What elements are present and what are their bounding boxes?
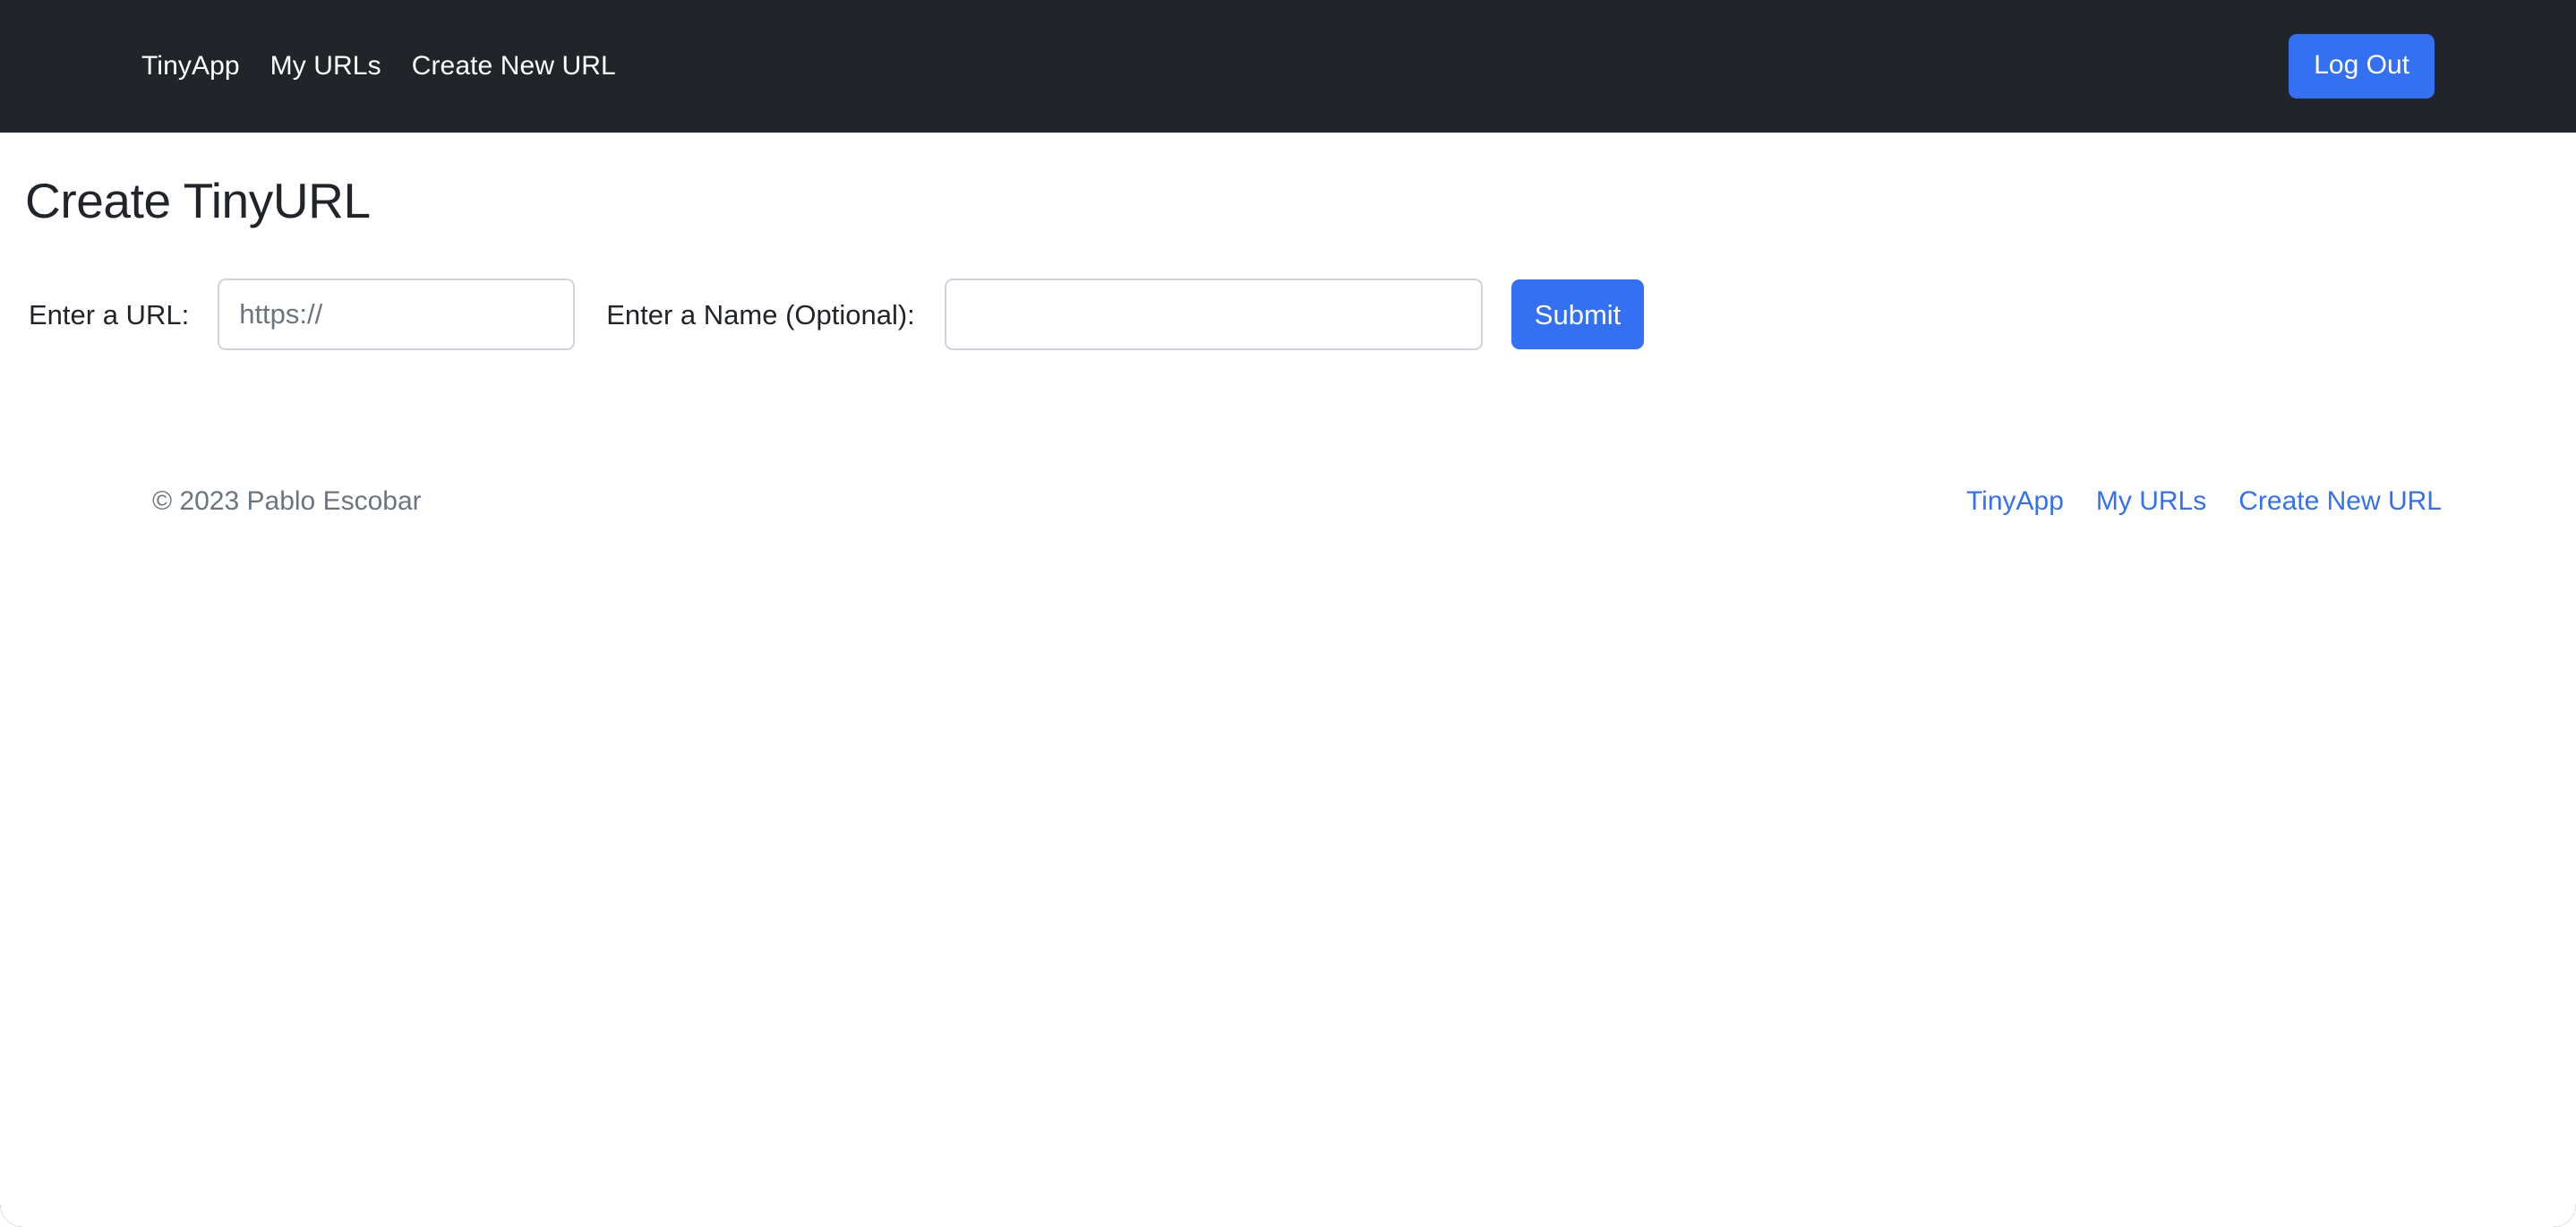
footer-link-tinyapp[interactable]: TinyApp [1966, 488, 2064, 515]
footer-copyright: © 2023 Pablo Escobar [152, 486, 422, 516]
browser-window: TinyApp My URLs Create New URL Log Out C… [0, 0, 2576, 1227]
submit-button[interactable]: Submit [1511, 279, 1645, 349]
long-url-input[interactable] [218, 279, 576, 350]
footer-links-group: TinyApp My URLs Create New URL [1966, 488, 2442, 515]
top-navbar: TinyApp My URLs Create New URL Log Out [0, 0, 2576, 133]
page-footer: © 2023 Pablo Escobar TinyApp My URLs Cre… [0, 470, 2576, 533]
page-surface: TinyApp My URLs Create New URL Log Out C… [0, 0, 2576, 1227]
create-url-form: Enter a URL: Enter a Name (Optional): Su… [29, 278, 1645, 351]
navbar-actions: Log Out [2289, 0, 2435, 133]
footer-link-create-new-url[interactable]: Create New URL [2238, 488, 2442, 515]
url-field-label: Enter a URL: [29, 298, 190, 330]
nav-item-create-new-url[interactable]: Create New URL [412, 53, 616, 80]
nav-item-my-urls[interactable]: My URLs [270, 53, 381, 80]
navbar-links-group: TinyApp My URLs Create New URL [141, 0, 616, 133]
nav-item-tinyapp[interactable]: TinyApp [141, 53, 240, 80]
name-input[interactable] [944, 279, 1483, 350]
page-title: Create TinyURL [25, 173, 371, 228]
footer-link-my-urls[interactable]: My URLs [2096, 488, 2206, 515]
name-field-label: Enter a Name (Optional): [606, 298, 915, 330]
logout-button[interactable]: Log Out [2289, 34, 2435, 99]
